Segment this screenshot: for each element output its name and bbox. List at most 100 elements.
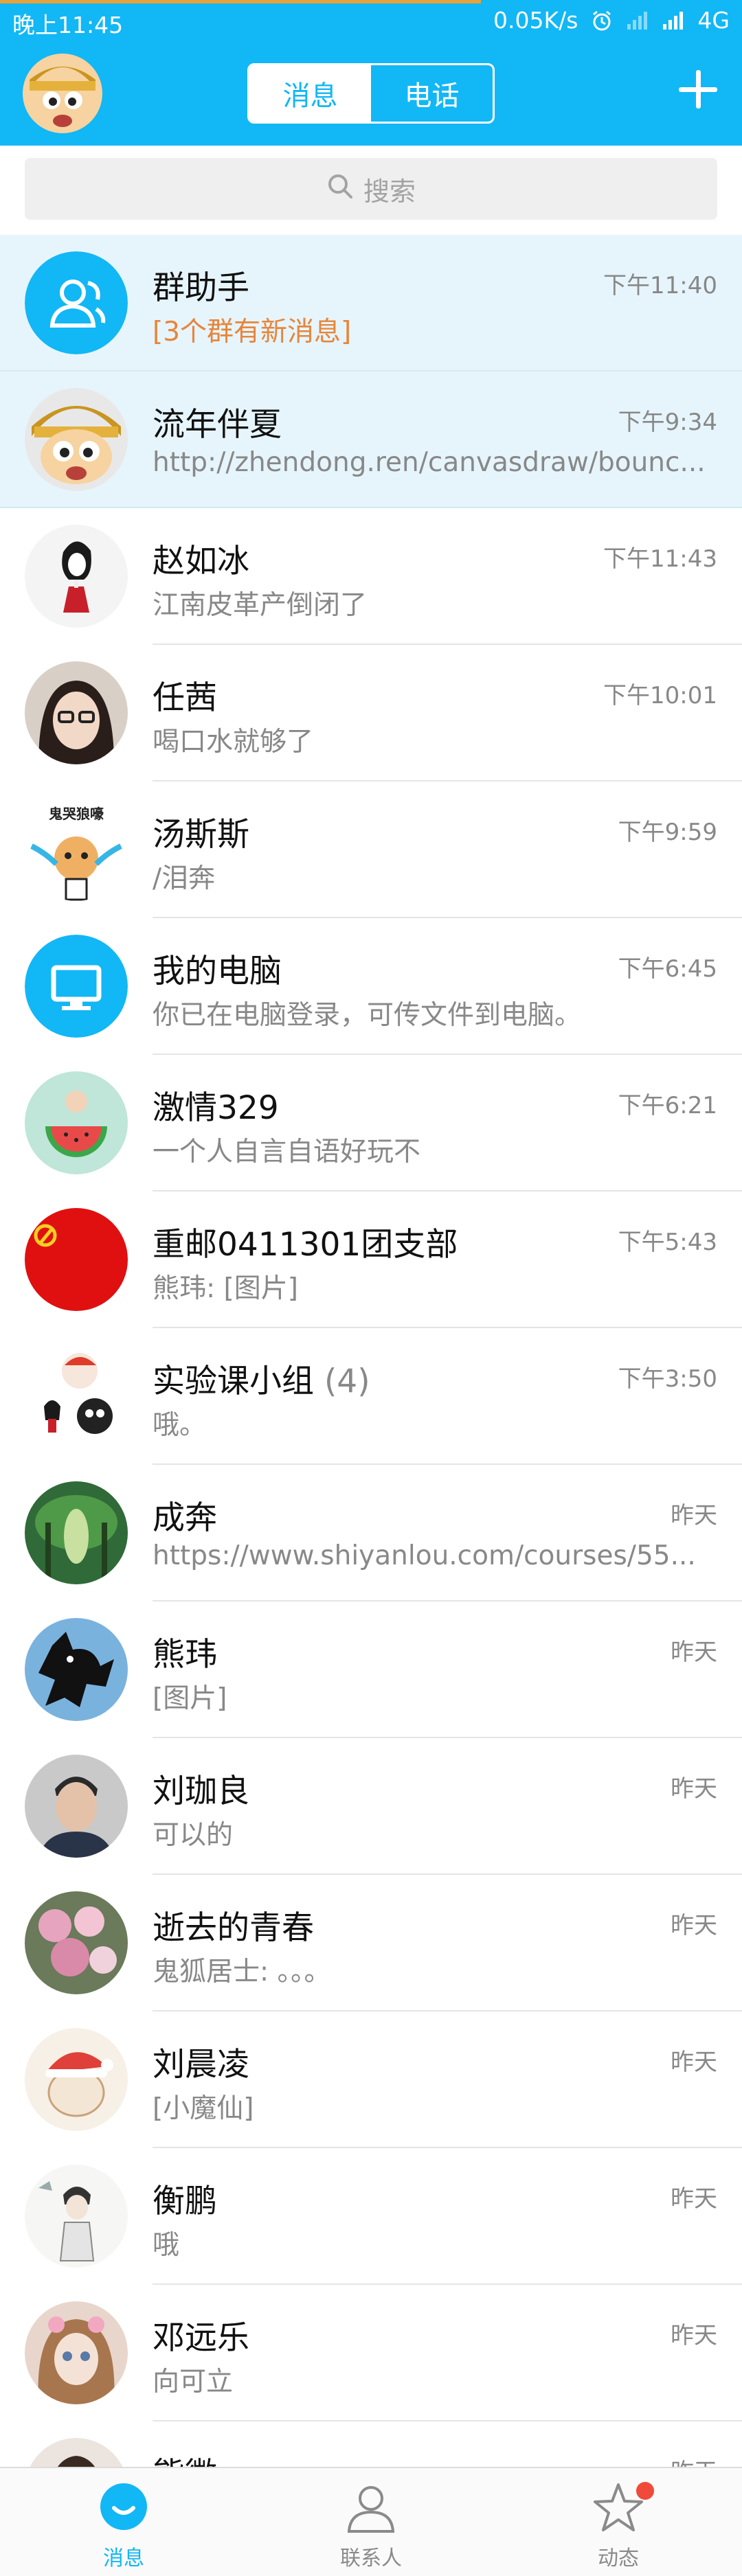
conversation-preview: https://www.shiyanlou.com/courses/55... [153,1540,696,1571]
conversation-time: 昨天 [671,2453,717,2467]
conversation-row[interactable]: 任茜 喝口水就够了 下午10:01 [0,645,742,782]
conversation-preview: /泪奔 [153,863,216,894]
watermelon-girl-avatar [25,1071,128,1174]
conversation-name: 逝去的青春 [153,1909,314,1947]
conversation-preview: 可以的 [153,1820,234,1851]
conversation-row[interactable]: 熊徽 昨天 [0,2421,742,2467]
conversation-name: 衡鹏 [153,2182,217,2220]
conversation-row[interactable]: 赵如冰 江南皮革产倒闭了 下午11:43 [0,508,742,645]
conversation-name: 刘晨凌 [153,2046,249,2084]
photo-avatar [25,2438,128,2467]
computer-avatar [25,935,128,1038]
group-helper-avatar [25,251,128,354]
conversation-name: 我的电脑 [153,953,282,990]
conversation-time: 昨天 [671,1639,717,1666]
girl-sketch-avatar [25,525,128,628]
conversation-preview: 你已在电脑登录，可传文件到电脑。 [153,1000,582,1031]
network-type: 4G [697,7,730,34]
conversation-time: 昨天 [671,2185,717,2213]
conversation-preview: [图片] [153,1683,227,1714]
avatar-caption: 鬼哭狼嚎 [49,806,104,822]
status-bar-progress [0,0,481,3]
tab-messages[interactable]: 消息 [249,65,371,122]
conversation-row[interactable]: 重邮0411301团支部 熊玮: [图片] 下午5:43 [0,1192,742,1328]
conversation-name: 重邮0411301团支部 [153,1226,458,1264]
conversation-name: 汤斯斯 [153,816,249,854]
tab-label: 联系人 [340,2546,402,2571]
network-speed: 0.05K/s [493,7,578,34]
crying-cartoon-avatar: 鬼哭狼嚎 [25,798,128,901]
conversation-row[interactable]: 激情329 一个人自言自语好玩不 下午6:21 [0,1055,742,1192]
conversation-preview: [3个群有新消息] [153,317,352,347]
bottom-tab-bar: 消息 联系人 动态 [0,2467,742,2576]
conversation-name: 邓远乐 [153,2319,249,2357]
tab-moments[interactable]: 动态 [495,2468,742,2576]
tab-contacts[interactable]: 联系人 [247,2468,495,2576]
conversation-preview: 哦 [153,2230,180,2261]
status-bar: 晚上11:45 0.05K/s 4G [0,0,742,41]
flowers-avatar [25,1891,128,1994]
conversation-time: 下午5:43 [618,1229,717,1256]
conversation-preview: 哦。 [153,1410,207,1441]
search-icon [326,172,354,206]
conversation-preview: 喝口水就够了 [153,727,314,757]
conversation-row[interactable]: 流年伴夏 http://zhendong.ren/canvasdraw/boun… [0,372,742,508]
conversation-name-text: 实验课小组 [153,1363,314,1400]
conversation-time: 下午11:43 [603,545,717,573]
conversation-row[interactable]: 实验课小组 (4) 哦。 下午3:50 [0,1328,742,1465]
conversation-time: 下午3:50 [618,1365,717,1393]
conversation-preview: 一个人自言自语好玩不 [153,1137,421,1167]
conversation-name: 熊玮 [153,1636,217,1674]
search-placeholder: 搜索 [363,176,416,207]
conversation-time: 下午10:01 [603,682,717,709]
add-plus-icon[interactable] [677,69,719,110]
conversation-preview: 鬼狐居士: 。。。 [153,1957,331,1987]
conversation-name: 任茜 [153,679,217,717]
chat-bubble-icon [98,2482,150,2537]
search-input[interactable]: 搜索 [25,158,717,220]
conversation-time: 昨天 [671,1912,717,1939]
conversation-time: 下午6:21 [618,1092,717,1119]
tab-messages-bottom[interactable]: 消息 [0,2468,247,2576]
conversation-row[interactable]: 刘晨凌 [小魔仙] 昨天 [0,2011,742,2148]
header-segmented-tabs: 消息 电话 [247,63,495,124]
conversation-row[interactable]: 衡鹏 哦 昨天 [0,2148,742,2285]
conversation-row[interactable]: 逝去的青春 鬼狐居士: 。。。 昨天 [0,1875,742,2011]
search-area: 搜索 [0,146,742,235]
person-icon [345,2482,397,2537]
conversation-name: 群助手 [153,269,249,307]
conversation-preview: 江南皮革产倒闭了 [153,590,368,621]
conversation-name: 激情329 [153,1089,279,1127]
conversation-row[interactable]: 群助手 [3个群有新消息] 下午11:40 [0,235,742,372]
conversation-time: 昨天 [671,2322,717,2349]
conversation-row[interactable]: 鬼哭狼嚎 汤斯斯 /泪奔 下午9:59 [0,782,742,918]
conversation-name: 刘珈良 [153,1773,249,1810]
tab-label: 动态 [598,2546,639,2571]
photo-girl-glasses-avatar [25,661,128,764]
conversation-time: 昨天 [671,2049,717,2076]
conversation-row[interactable]: 熊玮 [图片] 昨天 [0,1602,742,1738]
conversation-name: 流年伴夏 [153,406,282,444]
conversation-row[interactable]: 我的电脑 你已在电脑登录，可传文件到电脑。 下午6:45 [0,918,742,1055]
tab-calls[interactable]: 电话 [371,65,493,122]
conversation-row[interactable]: 邓远乐 向可立 昨天 [0,2285,742,2421]
conversation-preview: 向可立 [153,2367,234,2397]
status-time: 晚上11:45 [12,12,124,38]
conversation-preview: 熊玮: [图片] [153,1273,298,1304]
red-flag-avatar [25,1208,128,1311]
santa-hat-avatar [25,2028,128,2131]
man-portrait-avatar [25,1755,128,1858]
conversation-time: 昨天 [671,1775,717,1803]
signal-icon [662,10,685,31]
notification-badge [636,2482,654,2500]
black-cat-avatar [25,1618,128,1721]
my-avatar[interactable] [23,54,102,133]
conversation-time: 下午9:34 [618,409,717,436]
conversation-row[interactable]: 成奔 https://www.shiyanlou.com/courses/55.… [0,1465,742,1602]
signal-weak-icon [626,10,649,31]
conversation-time: 下午9:59 [618,819,717,846]
tab-label: 消息 [103,2546,144,2571]
conversation-row[interactable]: 刘珈良 可以的 昨天 [0,1738,742,1875]
conversation-name: 实验课小组 (4) [153,1354,370,1402]
cartoon-boy-avatar [25,388,128,491]
